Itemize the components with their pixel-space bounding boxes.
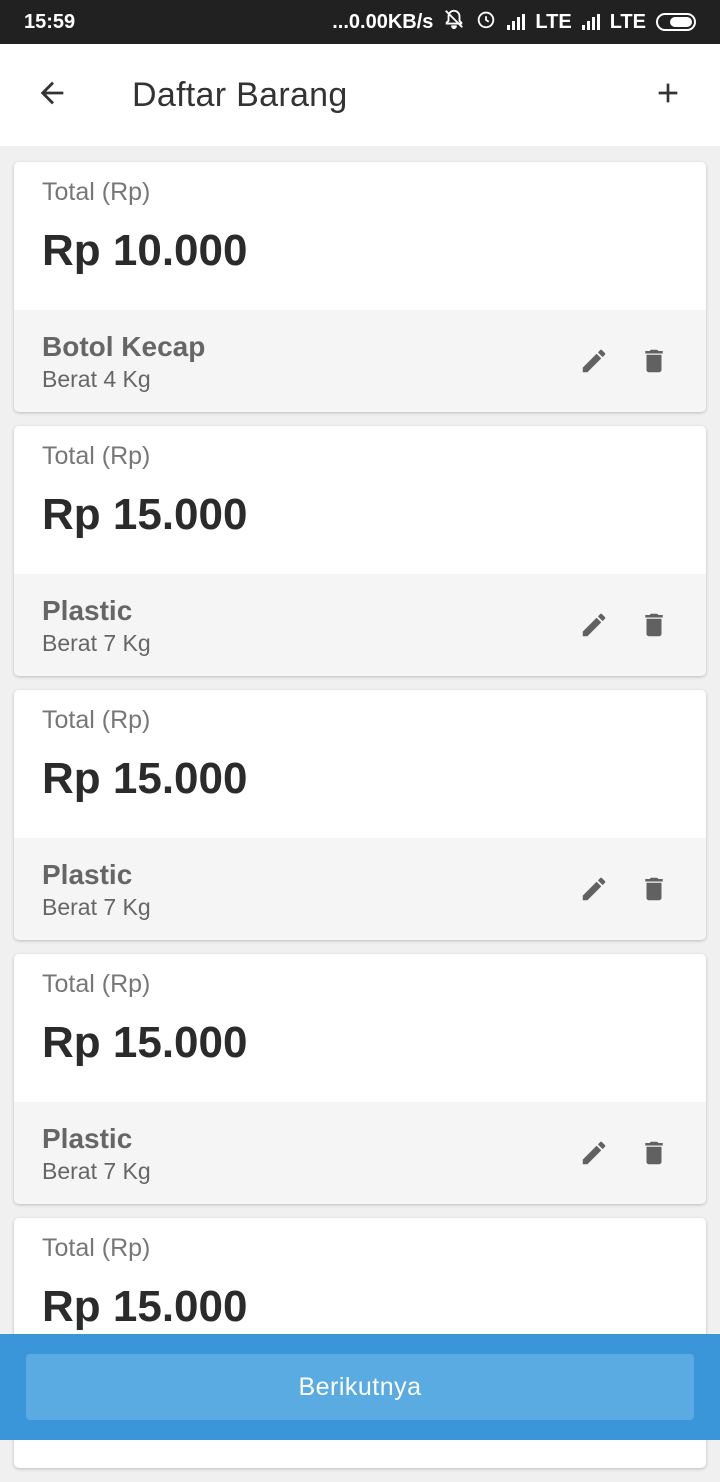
trash-icon (645, 877, 663, 901)
delete-button[interactable] (630, 337, 678, 385)
edit-button[interactable] (570, 601, 618, 649)
item-info: Plastic Berat 7 Kg (42, 858, 558, 921)
add-item-button[interactable] (646, 73, 690, 117)
delete-button[interactable] (630, 601, 678, 649)
total-value: Rp 15.000 (42, 1018, 248, 1067)
edit-button[interactable] (570, 865, 618, 913)
trash-icon (645, 349, 663, 373)
network-label-1: LTE (535, 10, 572, 33)
total-label: Total (Rp) (42, 706, 151, 734)
total-label: Total (Rp) (42, 1234, 151, 1262)
card-total-section: Total (Rp) Rp 15.000 (14, 954, 706, 1102)
item-weight: Berat 7 Kg (42, 893, 151, 920)
pencil-icon (582, 877, 606, 901)
item-list: Total (Rp) Rp 10.000 Botol Kecap Berat 4… (14, 162, 706, 1482)
plus-icon (652, 77, 684, 114)
back-button[interactable] (30, 73, 74, 117)
total-value: Rp 10.000 (42, 226, 248, 275)
item-info: Plastic Berat 7 Kg (42, 594, 558, 657)
network-label-2: LTE (609, 10, 646, 33)
app-bar: Daftar Barang (0, 44, 720, 146)
total-label: Total (Rp) (42, 970, 151, 998)
network-speed: ...0.00KB/s (332, 10, 434, 33)
delete-button[interactable] (630, 1129, 678, 1177)
total-label: Total (Rp) (42, 178, 151, 206)
bottom-bar: Berikutnya (0, 1334, 720, 1440)
next-button[interactable]: Berikutnya (26, 1354, 694, 1420)
list-item: Total (Rp) Rp 15.000 Plastic Berat 7 Kg (14, 690, 706, 940)
signal-icon (581, 14, 600, 30)
item-info: Plastic Berat 7 Kg (42, 1122, 558, 1185)
alarm-icon (475, 8, 497, 36)
status-bar: 15:59 ...0.00KB/s LTE LTE (0, 0, 720, 44)
edit-button[interactable] (570, 337, 618, 385)
status-time: 15:59 (24, 10, 76, 33)
item-name: Plastic (42, 594, 133, 626)
total-value: Rp 15.000 (42, 1282, 248, 1331)
card-item-section: Plastic Berat 7 Kg (14, 838, 706, 940)
total-value: Rp 15.000 (42, 754, 248, 803)
signal-icon (507, 14, 526, 30)
edit-button[interactable] (570, 1129, 618, 1177)
card-item-section: Plastic Berat 7 Kg (14, 574, 706, 676)
delete-button[interactable] (630, 865, 678, 913)
item-name: Botol Kecap (42, 330, 206, 362)
page-title: Daftar Barang (132, 75, 348, 114)
total-label: Total (Rp) (42, 442, 151, 470)
list-item: Total (Rp) Rp 10.000 Botol Kecap Berat 4… (14, 162, 706, 412)
arrow-left-icon (35, 76, 69, 115)
list-item: Total (Rp) Rp 15.000 Plastic Berat 7 Kg (14, 954, 706, 1204)
item-weight: Berat 7 Kg (42, 629, 151, 656)
item-name: Plastic (42, 1122, 133, 1154)
trash-icon (645, 613, 663, 637)
total-value: Rp 15.000 (42, 490, 248, 539)
card-item-section: Plastic Berat 7 Kg (14, 1102, 706, 1204)
card-total-section: Total (Rp) Rp 10.000 (14, 162, 706, 310)
item-weight: Berat 7 Kg (42, 1157, 151, 1184)
card-total-section: Total (Rp) Rp 15.000 (14, 426, 706, 574)
card-total-section: Total (Rp) Rp 15.000 (14, 690, 706, 838)
pencil-icon (582, 349, 606, 373)
battery-icon (656, 13, 696, 31)
item-info: Botol Kecap Berat 4 Kg (42, 330, 558, 393)
item-weight: Berat 4 Kg (42, 365, 151, 392)
trash-icon (645, 1141, 663, 1165)
card-item-section: Botol Kecap Berat 4 Kg (14, 310, 706, 412)
item-name: Plastic (42, 858, 133, 890)
muted-bell-icon (443, 8, 465, 36)
pencil-icon (582, 1141, 606, 1165)
status-icons: ...0.00KB/s LTE LTE (332, 8, 696, 36)
pencil-icon (582, 613, 606, 637)
list-item: Total (Rp) Rp 15.000 Plastic Berat 7 Kg (14, 426, 706, 676)
